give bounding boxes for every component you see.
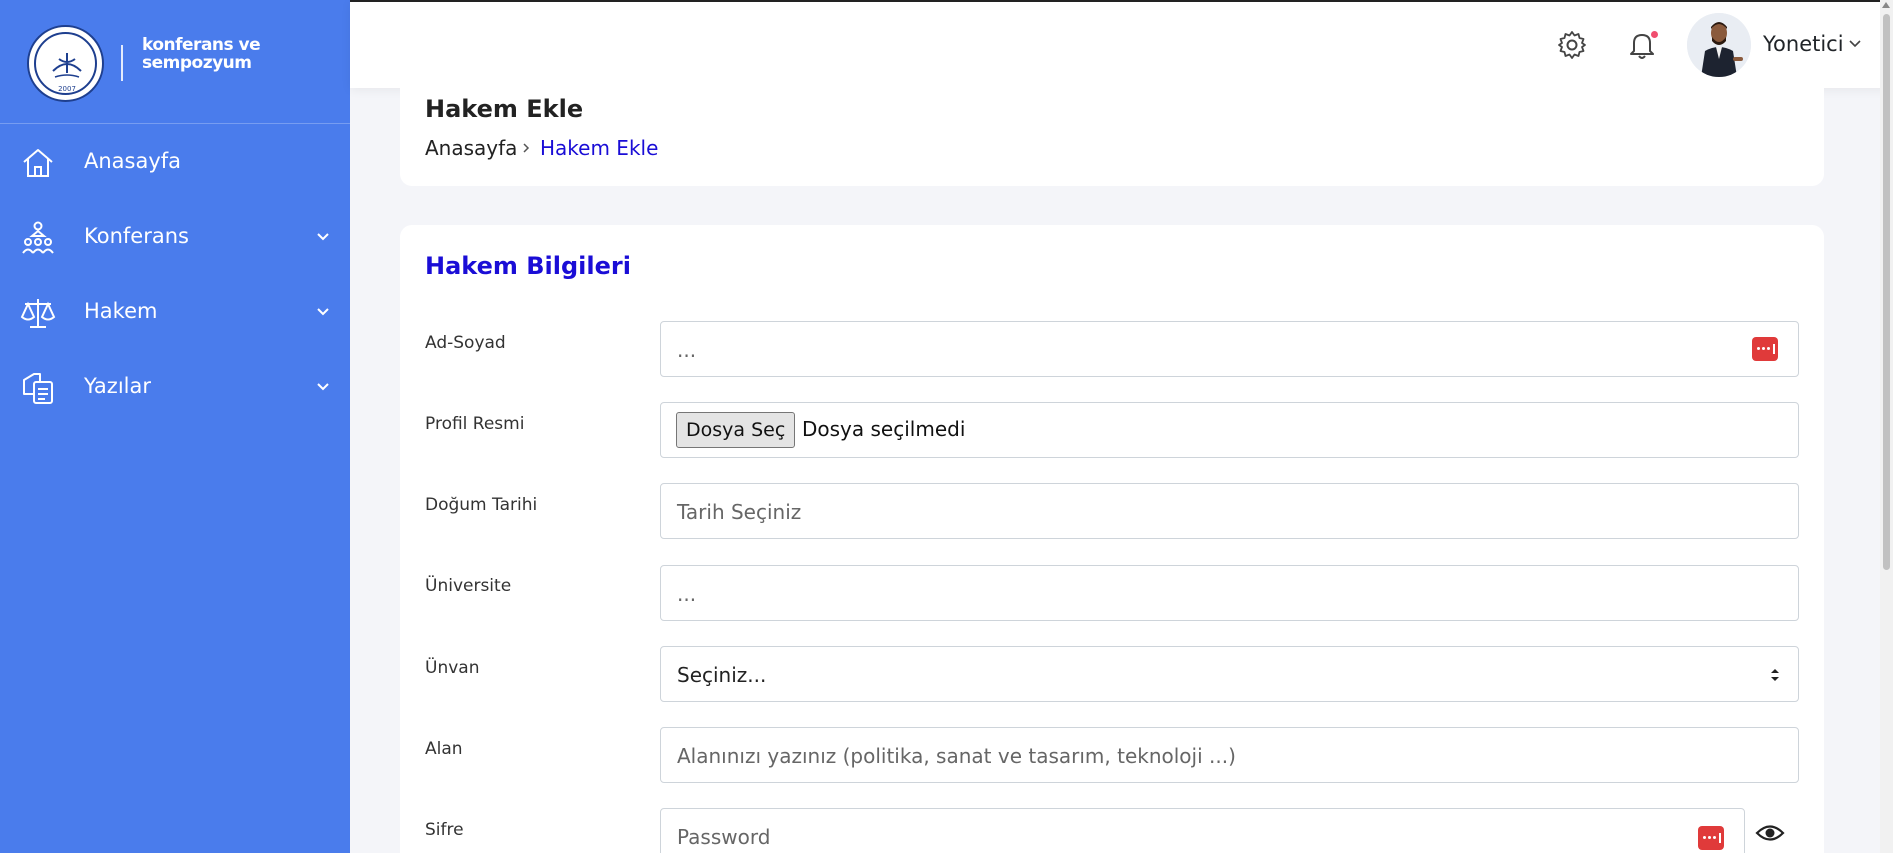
page-scrollbar[interactable]	[1880, 0, 1893, 853]
logo-text: konferans ve sempozyum	[142, 35, 261, 73]
chevron-down-icon[interactable]	[1848, 37, 1862, 51]
sidebar-item-label: Konferans	[84, 224, 189, 248]
notification-dot	[1651, 31, 1658, 38]
password-manager-icon[interactable]	[1752, 337, 1778, 361]
password-label: Sifre	[425, 820, 464, 840]
top-bar	[350, 0, 1893, 88]
research-field-placeholder: Alanınızı yazınız (politika, sanat ve ta…	[677, 744, 1236, 768]
password-field[interactable]: Password	[660, 808, 1745, 853]
choose-file-button[interactable]: Dosya Seç	[676, 412, 796, 448]
sidebar-item-anasayfa[interactable]: Anasayfa	[0, 125, 350, 200]
section-title: Hakem Bilgileri	[425, 252, 631, 280]
sidebar-item-hakem[interactable]: Hakem	[0, 275, 350, 350]
university-placeholder: ...	[677, 582, 697, 606]
title-select-value: Seçiniz...	[677, 663, 767, 687]
eye-icon[interactable]	[1755, 822, 1785, 844]
sidebar-item-label: Hakem	[84, 299, 158, 323]
select-arrows-icon	[1771, 669, 1779, 681]
chevron-down-icon	[317, 308, 329, 316]
user-name[interactable]: Yonetici	[1763, 32, 1844, 56]
sidebar-item-label: Anasayfa	[84, 149, 182, 173]
name-label: Ad-Soyad	[425, 333, 506, 353]
photo-label: Profil Resmi	[425, 414, 525, 434]
name-placeholder: ...	[677, 338, 697, 362]
sidebar-item-label: Yazılar	[84, 374, 151, 398]
avatar[interactable]	[1687, 13, 1751, 77]
chevron-right-icon	[523, 143, 530, 153]
breadcrumb-current: Hakem Ekle	[540, 136, 659, 160]
title-label: Ünvan	[425, 658, 480, 678]
documents-icon	[23, 373, 53, 404]
research-field-input[interactable]: Alanınızı yazınız (politika, sanat ve ta…	[660, 727, 1799, 783]
field-label: Alan	[425, 739, 463, 759]
sidebar-item-yazilar[interactable]: Yazılar	[0, 350, 350, 425]
birth-date-placeholder: Tarih Seçiniz	[677, 500, 802, 524]
university-seal-logo: 2007	[27, 25, 104, 102]
name-field[interactable]: ...	[660, 321, 1799, 377]
scales-icon	[20, 299, 56, 328]
seal-year: 2007	[58, 85, 76, 93]
file-status: Dosya seçilmedi	[802, 417, 966, 441]
chevron-down-icon	[317, 383, 329, 391]
scrollbar-thumb[interactable]	[1883, 14, 1890, 570]
birth-date-field[interactable]: Tarih Seçiniz	[660, 483, 1799, 539]
scroll-up-arrow[interactable]	[1882, 2, 1890, 8]
photo-file-input[interactable]: Dosya Seç Dosya seçilmedi	[660, 402, 1799, 458]
logo-divider	[121, 45, 123, 81]
sidebar: 2007 konferans ve sempozyum Anasayfa Kon…	[0, 0, 350, 853]
breadcrumb-home[interactable]: Anasayfa	[425, 136, 517, 160]
sidebar-item-konferans[interactable]: Konferans	[0, 200, 350, 275]
university-label: Üniversite	[425, 576, 512, 596]
logo-area[interactable]: 2007 konferans ve sempozyum	[0, 0, 350, 124]
password-placeholder: Password	[677, 825, 771, 849]
home-icon	[23, 149, 53, 177]
gear-icon[interactable]	[1556, 29, 1588, 61]
birth-date-label: Doğum Tarihi	[425, 495, 538, 515]
chevron-down-icon	[317, 233, 329, 241]
password-manager-icon[interactable]	[1698, 826, 1724, 850]
page-title: Hakem Ekle	[425, 95, 584, 123]
conference-icon	[22, 221, 54, 254]
university-field[interactable]: ...	[660, 565, 1799, 621]
title-select[interactable]: Seçiniz...	[660, 646, 1799, 702]
